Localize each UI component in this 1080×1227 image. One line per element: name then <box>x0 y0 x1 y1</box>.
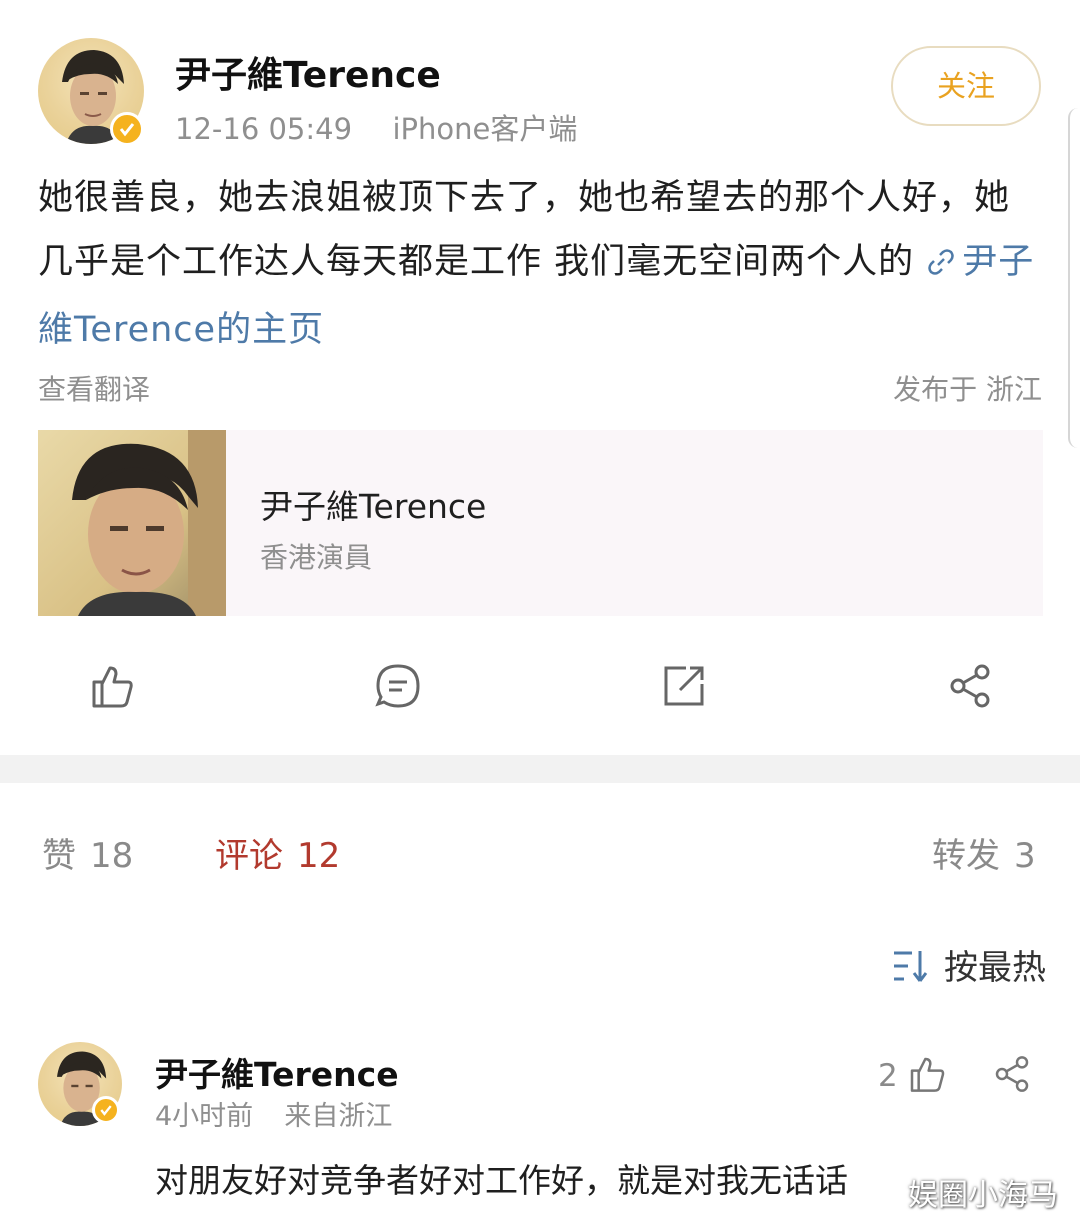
reposts-count: 3 <box>1014 836 1036 876</box>
post-meta: 12-16 05:49 iPhone客户端 <box>175 106 577 148</box>
share-icon[interactable] <box>946 662 994 710</box>
comment-like-count: 2 <box>878 1058 898 1094</box>
comment-location: 来自浙江 <box>284 1101 393 1132</box>
repost-icon[interactable] <box>660 662 708 710</box>
page-edge <box>1068 108 1080 448</box>
post-source: iPhone客户端 <box>392 112 578 146</box>
comment-meta: 4小时前 来自浙江 <box>155 1094 392 1133</box>
comment-verified-badge-icon <box>92 1096 120 1124</box>
post-body: 她很善良，她去浪姐被顶下去了，她也希望去的那个人好，她几乎是个工作达人每天都是工… <box>38 166 1043 362</box>
comment-text: 对朋友好对竞争者好对工作好，就是对我无话话 <box>155 1161 848 1200</box>
likes-count: 18 <box>90 836 134 876</box>
card-photo <box>38 430 226 616</box>
follow-button[interactable]: 关注 <box>891 46 1041 126</box>
profile-card[interactable]: 尹子維Terence 香港演員 <box>38 430 1043 616</box>
post-text: 她很善良，她去浪姐被顶下去了，她也希望去的那个人好，她几乎是个工作达人每天都是工… <box>38 178 1011 282</box>
like-icon[interactable] <box>88 662 136 710</box>
section-divider <box>0 755 1080 783</box>
card-name: 尹子維Terence <box>260 487 487 526</box>
tab-comments[interactable]: 评论 12 <box>215 828 340 877</box>
comment-time: 4小时前 <box>155 1101 254 1132</box>
link-icon <box>926 234 956 298</box>
tab-likes[interactable]: 赞 18 <box>42 828 133 877</box>
watermark: 娱圈小海马 <box>908 1178 1058 1213</box>
comments-count: 12 <box>297 836 341 876</box>
comments-label: 评论 <box>215 836 283 876</box>
translate-link[interactable]: 查看翻译 <box>38 368 150 408</box>
comment-like-button[interactable]: 2 <box>878 1054 947 1098</box>
published-location: 发布于 浙江 <box>893 373 1042 406</box>
author-name[interactable]: 尹子維Terence <box>175 46 441 98</box>
sort-icon <box>892 949 932 992</box>
comment-like-icon <box>907 1054 947 1098</box>
reposts-label: 转发 <box>932 836 1000 876</box>
comment-icon[interactable] <box>374 662 422 710</box>
verified-badge-icon <box>110 112 144 146</box>
sort-label: 按最热 <box>944 948 1046 988</box>
tab-reposts[interactable]: 转发 3 <box>932 828 1036 877</box>
comment-share-icon[interactable] <box>992 1054 1032 1098</box>
card-description: 香港演員 <box>260 541 373 574</box>
post-time: 12-16 05:49 <box>175 112 353 146</box>
sort-toggle[interactable]: 按最热 <box>892 940 1046 992</box>
likes-label: 赞 <box>42 836 76 876</box>
comment-author[interactable]: 尹子維Terence <box>155 1048 399 1096</box>
